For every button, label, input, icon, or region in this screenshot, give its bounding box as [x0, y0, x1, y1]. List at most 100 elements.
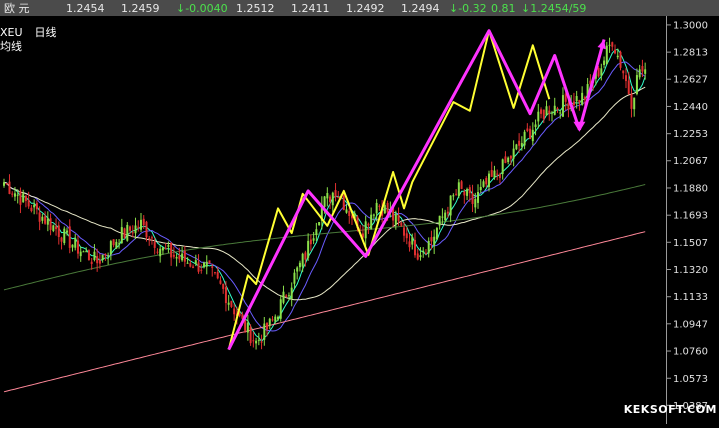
candle-body [307, 240, 310, 258]
quote-bar: 欧 元 1.2454 1.2459 ↓-0.0040 1.2512 1.2411… [0, 0, 719, 16]
candle-body [79, 251, 82, 257]
candle-body [90, 261, 93, 264]
candle-body [534, 124, 537, 128]
candle-body [126, 224, 129, 241]
candle-body [296, 267, 299, 272]
axis-tick-label: 1.1320 [673, 265, 708, 276]
candle-body [487, 173, 490, 187]
candle-body [224, 287, 227, 304]
axis-tick-label: 1.2627 [673, 75, 708, 86]
candle-body [183, 250, 186, 262]
axis-tick-label: 1.2067 [673, 156, 708, 167]
candle-body [627, 80, 630, 94]
candle-body [334, 190, 337, 198]
candle-body [635, 75, 638, 95]
candle-body [140, 219, 142, 230]
candle-body [572, 101, 575, 106]
watermark: KEKSOFT.COM [623, 403, 717, 416]
candle-body [112, 239, 115, 246]
price-chart[interactable] [0, 16, 667, 424]
candle-body [408, 241, 411, 248]
candle-body [455, 193, 458, 195]
trend-arrow-line [577, 39, 606, 131]
candle-body [367, 223, 370, 226]
candle-body [134, 225, 137, 234]
candle-body [364, 221, 367, 239]
candle-body [98, 260, 101, 264]
quote-amplitude: 0.81 [491, 1, 516, 15]
candle-body [249, 327, 252, 344]
candle-body [386, 203, 389, 213]
candle-body [11, 193, 14, 195]
candle-body [471, 193, 474, 205]
candle-body [405, 233, 408, 239]
candle-body [19, 190, 22, 205]
candle-body [548, 110, 551, 115]
bottom-arrow-head [573, 121, 586, 132]
candle-body [477, 191, 480, 203]
candle-body [189, 263, 192, 267]
candle-body [142, 218, 145, 225]
candle-body [452, 195, 455, 197]
candle-body [490, 170, 493, 177]
candle-body [507, 157, 510, 163]
candle-body [277, 316, 279, 320]
candle-body [194, 260, 197, 264]
candle-body [457, 182, 460, 197]
candle-body [172, 254, 175, 257]
candle-body [400, 222, 403, 226]
candle-body [466, 189, 469, 196]
candle-body [159, 248, 162, 257]
candle-body [164, 247, 167, 250]
candle-body [337, 196, 340, 198]
candle-body [148, 237, 151, 240]
candle-body [479, 187, 482, 191]
quote-bid: 1.2459 [121, 1, 160, 15]
candle-body [348, 211, 351, 216]
candle-body [123, 228, 126, 238]
candle-body [545, 106, 548, 116]
candle-body [178, 255, 181, 260]
candle-body [329, 196, 332, 203]
candle-body [104, 253, 107, 256]
candle-body [115, 241, 118, 249]
candle-body [370, 214, 373, 230]
candle-body [567, 102, 570, 110]
candle-body [219, 280, 222, 284]
candle-body [575, 95, 578, 102]
candle-body [290, 287, 293, 299]
candle-body [542, 109, 545, 120]
price-axis[interactable]: 1.3000 1.2813 1.2627 1.2440 1.2253 1.2067 1.18… [666, 16, 719, 424]
axis-tick-label: 1.2253 [673, 129, 708, 140]
candle-body [383, 205, 386, 214]
axis-tick-label: 1.0760 [673, 347, 708, 358]
candle-body [526, 128, 529, 131]
candle-body [463, 191, 466, 196]
candle-body [326, 193, 329, 199]
candle-body [118, 243, 121, 245]
quote-change-pct: ↓-0.32 [449, 1, 487, 15]
candle-body [509, 155, 512, 159]
candle-body [285, 295, 288, 297]
candle-body [630, 94, 633, 109]
candle-body [208, 260, 211, 264]
candle-body [38, 212, 41, 222]
candle-body [49, 218, 52, 230]
candle-body [252, 340, 255, 342]
candle-body [512, 148, 515, 159]
candle-body [260, 341, 263, 343]
candle-body [263, 323, 266, 340]
candle-body [131, 232, 134, 234]
candle-body [301, 253, 304, 267]
period-label: 日线 [34, 26, 57, 39]
candle-body [644, 69, 647, 74]
candle-body [33, 204, 36, 208]
candle-body [616, 55, 619, 58]
axis-tick-label: 1.0573 [673, 374, 708, 385]
candle-body [246, 322, 249, 333]
zigzag-yellow-line [227, 29, 551, 350]
quote-low: 1.2411 [291, 1, 330, 15]
candle-body [600, 68, 603, 76]
candle-body [474, 199, 477, 208]
candle-body [449, 195, 452, 216]
